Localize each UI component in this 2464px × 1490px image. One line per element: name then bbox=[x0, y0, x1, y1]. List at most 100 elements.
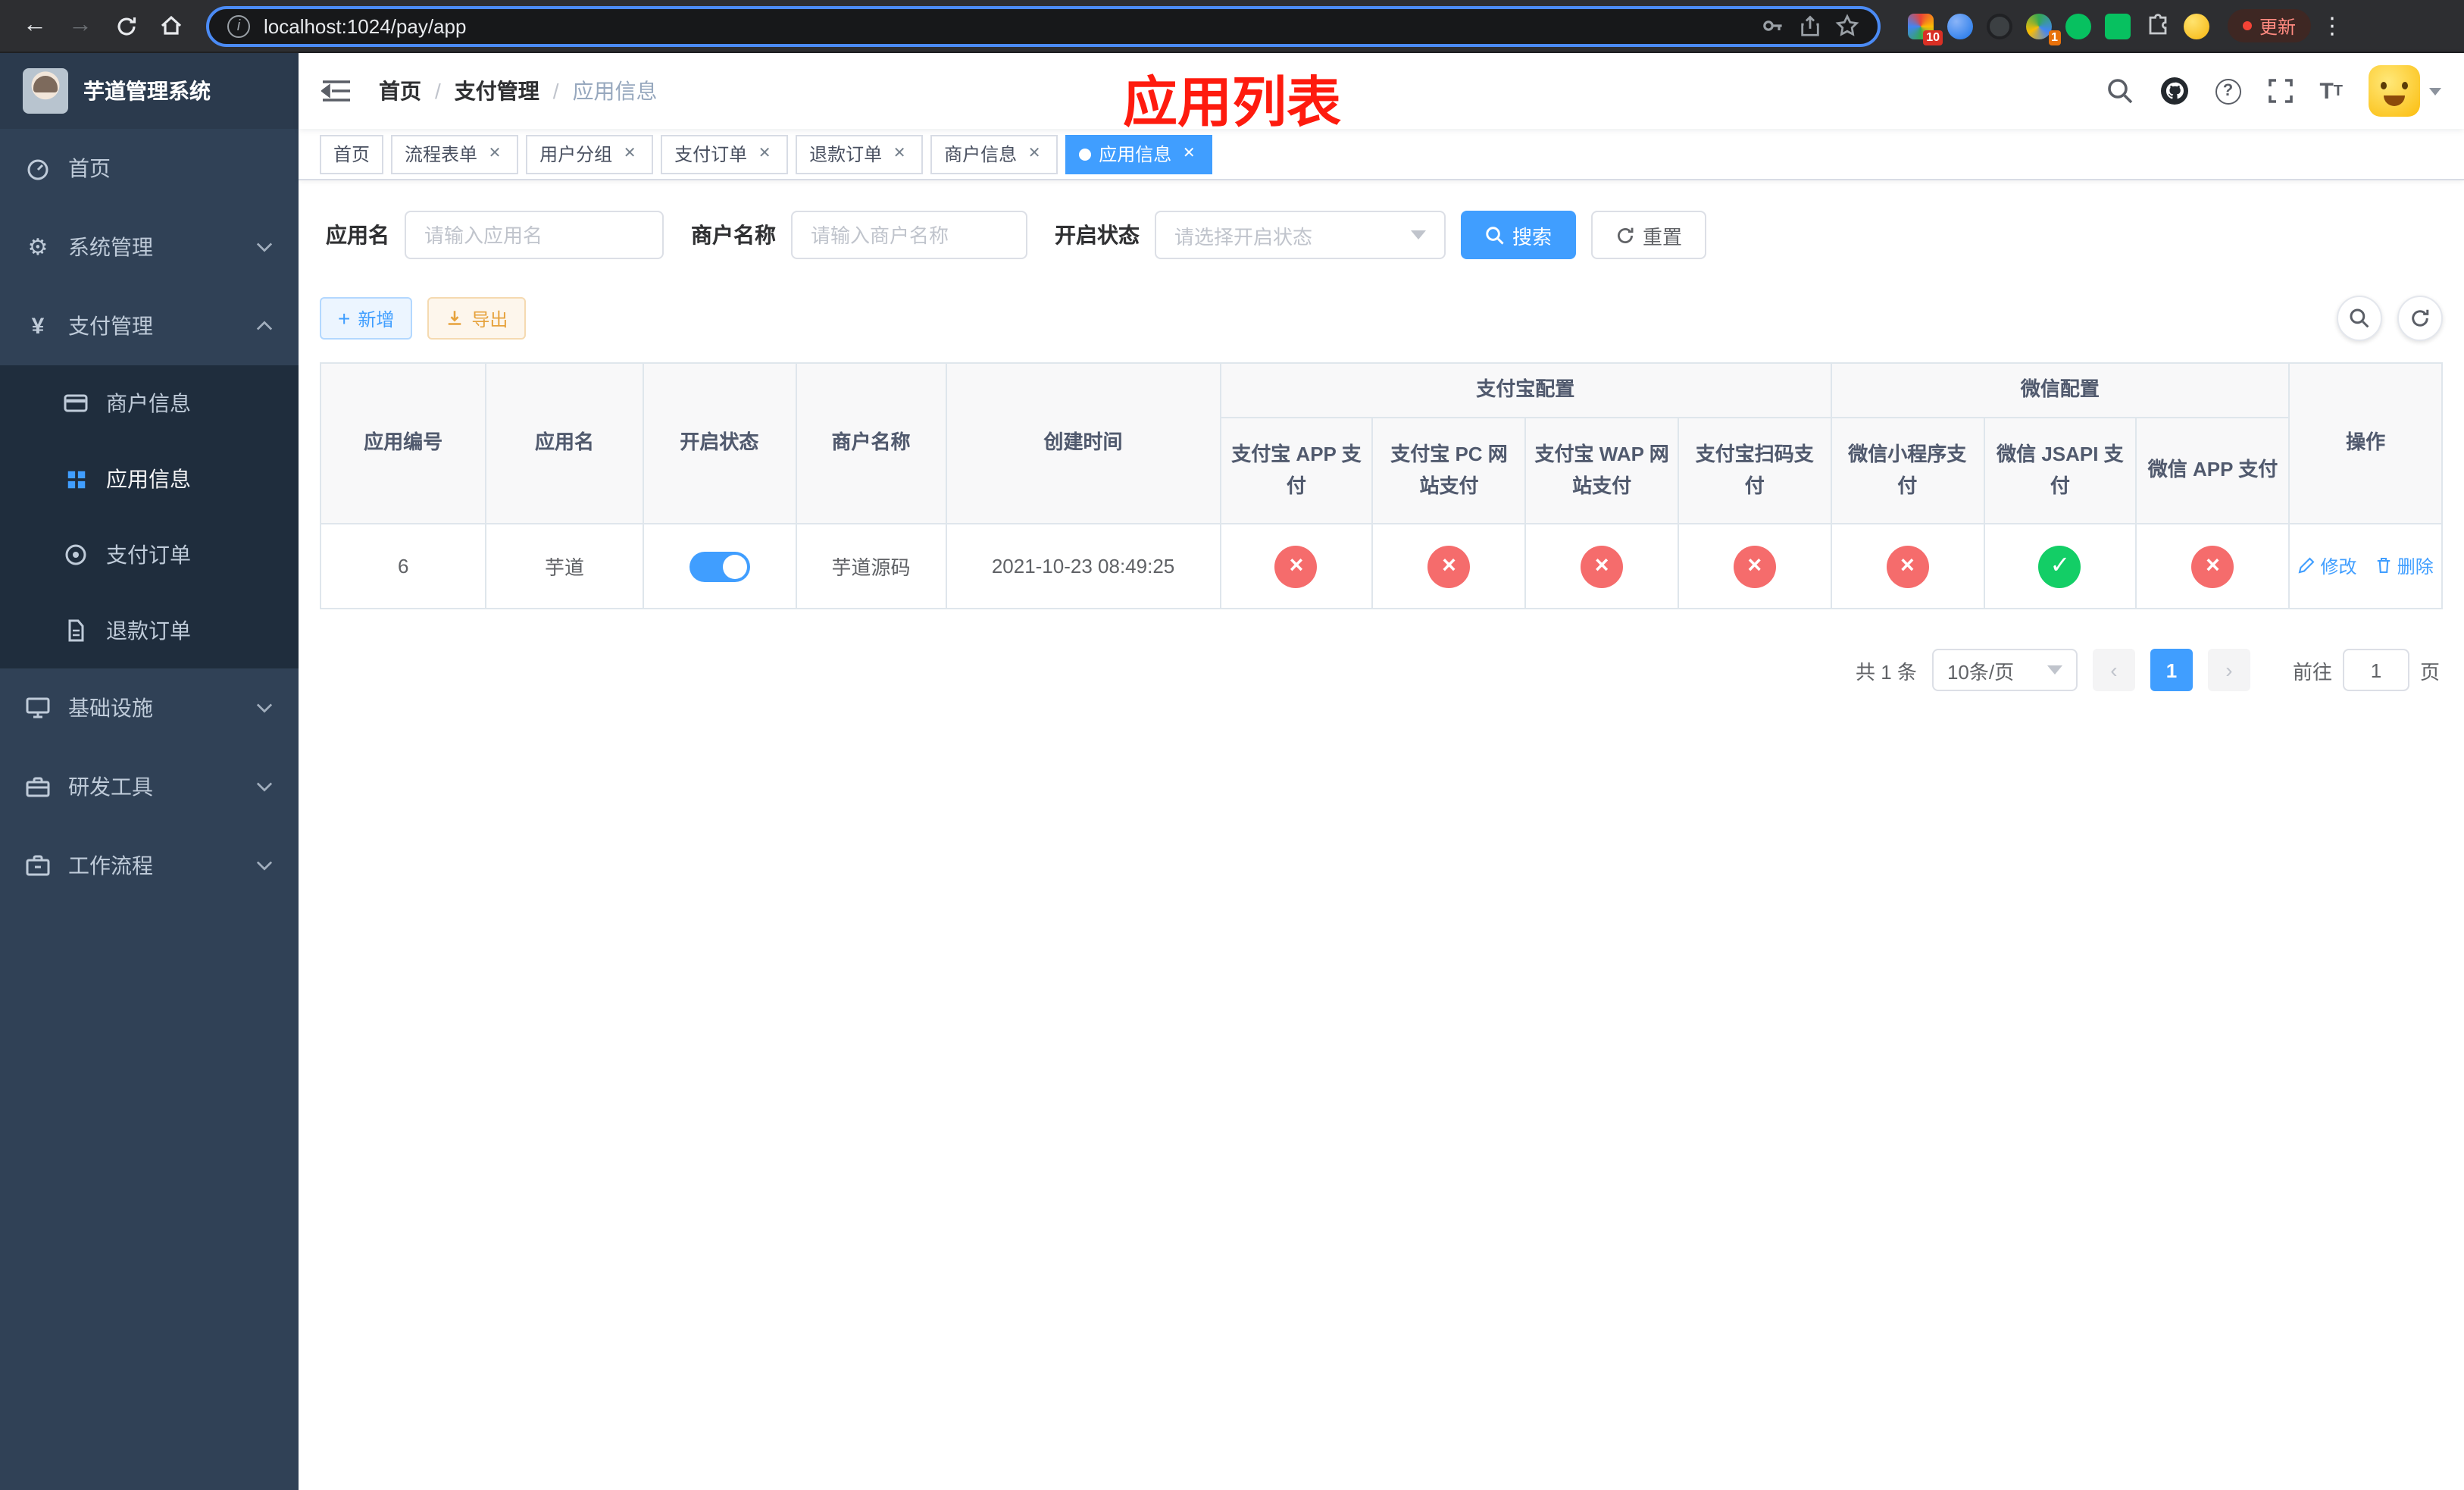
add-button[interactable]: + 新增 bbox=[320, 297, 413, 340]
extension-icon[interactable] bbox=[1987, 13, 2012, 39]
breadcrumb-payment[interactable]: 支付管理 bbox=[455, 76, 539, 106]
export-button-label: 导出 bbox=[471, 308, 508, 330]
chevron-down-icon bbox=[256, 702, 273, 714]
tab-merchant-info[interactable]: 商户信息 ✕ bbox=[930, 134, 1058, 174]
tab-close-icon[interactable]: ✕ bbox=[755, 144, 774, 164]
browser-update-button[interactable]: 更新 bbox=[2228, 9, 2312, 42]
prev-page-button[interactable]: ‹ bbox=[2092, 649, 2135, 691]
extension-icon[interactable] bbox=[2105, 13, 2131, 39]
tab-pay-orders[interactable]: 支付订单 ✕ bbox=[661, 134, 789, 174]
sidebar-menu: 首页 ⚙ 系统管理 ¥ 支付管理 商户信息 应用信息 支付订单 退款订单 基础设… bbox=[0, 129, 299, 1490]
home-icon[interactable] bbox=[152, 6, 191, 45]
sidebar-item-merchant-info[interactable]: 商户信息 bbox=[0, 365, 299, 441]
sidebar-item-label: 系统管理 bbox=[68, 235, 153, 259]
search-icon[interactable] bbox=[2106, 77, 2133, 105]
tab-label: 应用信息 bbox=[1099, 144, 1172, 165]
chevron-down-icon bbox=[256, 859, 273, 872]
tab-home[interactable]: 首页 bbox=[320, 134, 384, 174]
share-icon[interactable] bbox=[1799, 14, 1821, 37]
active-tab-dot bbox=[1079, 148, 1092, 160]
goto-page-input[interactable] bbox=[2342, 649, 2409, 691]
extension-icon[interactable]: 1 bbox=[2026, 13, 2061, 45]
sidebar-item-label: 退款订单 bbox=[106, 618, 191, 643]
sidebar-item-label: 工作流程 bbox=[68, 853, 153, 878]
site-info-icon[interactable]: i bbox=[227, 14, 250, 37]
col-alipay-app: 支付宝 APP 支付 bbox=[1219, 417, 1374, 524]
tab-user-group[interactable]: 用户分组 ✕ bbox=[526, 134, 654, 174]
url-text[interactable]: localhost:1024/pay/app bbox=[264, 14, 1747, 37]
extension-icon[interactable] bbox=[2065, 13, 2091, 39]
sidebar-item-pay-orders[interactable]: 支付订单 bbox=[0, 517, 299, 593]
sidebar-item-system[interactable]: ⚙ 系统管理 bbox=[0, 208, 299, 286]
merchant-name-input[interactable] bbox=[811, 224, 1008, 246]
sidebar-item-infrastructure[interactable]: 基础设施 bbox=[0, 668, 299, 747]
sidebar-item-payment[interactable]: ¥ 支付管理 bbox=[0, 286, 299, 365]
merchant-name-label: 商户名称 bbox=[691, 223, 776, 247]
fullscreen-icon[interactable] bbox=[2266, 77, 2294, 105]
tab-close-icon[interactable]: ✕ bbox=[620, 144, 639, 164]
cell-alipay-app: × bbox=[1219, 523, 1374, 609]
sidebar-item-label: 基础设施 bbox=[68, 696, 153, 720]
tab-close-icon[interactable]: ✕ bbox=[485, 144, 505, 164]
user-avatar[interactable] bbox=[2369, 65, 2441, 117]
export-button[interactable]: 导出 bbox=[427, 297, 527, 340]
tab-process-form[interactable]: 流程表单 ✕ bbox=[391, 134, 519, 174]
page-content: 应用名 商户名称 开启状态 请选择开启状态 搜索 bbox=[299, 180, 2464, 1490]
app-name-input-wrap bbox=[405, 211, 664, 259]
page-size-value: 10条/页 bbox=[1946, 660, 2015, 683]
reload-icon[interactable] bbox=[106, 6, 145, 45]
edit-label: 修改 bbox=[2320, 556, 2357, 578]
search-button[interactable]: 搜索 bbox=[1461, 211, 1577, 259]
sidebar-item-home[interactable]: 首页 bbox=[0, 129, 299, 208]
tab-app-info[interactable]: 应用信息 ✕ bbox=[1065, 134, 1213, 174]
sidebar-item-app-info[interactable]: 应用信息 bbox=[0, 441, 299, 517]
font-size-icon[interactable]: TT bbox=[2319, 78, 2343, 104]
sidebar-item-dev-tools[interactable]: 研发工具 bbox=[0, 747, 299, 826]
edit-button[interactable]: 修改 bbox=[2297, 553, 2357, 579]
refresh-table-button[interactable] bbox=[2397, 296, 2443, 341]
top-navbar: 首页 / 支付管理 / 应用信息 ? T T bbox=[299, 53, 2464, 129]
col-group-alipay: 支付宝配置 bbox=[1219, 362, 1832, 418]
tab-refund-orders[interactable]: 退款订单 ✕ bbox=[796, 134, 924, 174]
page-number-button[interactable]: 1 bbox=[2150, 649, 2193, 691]
status-toggle[interactable] bbox=[689, 551, 750, 581]
cell-status bbox=[642, 523, 797, 609]
tab-close-icon[interactable]: ✕ bbox=[890, 144, 909, 164]
sidebar-item-workflow[interactable]: 工作流程 bbox=[0, 826, 299, 905]
app-name-input[interactable] bbox=[424, 224, 644, 246]
extension-emoji-icon[interactable] bbox=[2184, 13, 2209, 39]
hamburger-icon[interactable] bbox=[321, 74, 355, 108]
sidebar-logo[interactable]: 芋道管理系统 bbox=[0, 53, 299, 129]
tab-label: 流程表单 bbox=[405, 144, 478, 165]
cell-app-name: 芋道 bbox=[485, 523, 644, 609]
config-status-icon: × bbox=[1733, 545, 1776, 587]
extensions-puzzle-icon[interactable] bbox=[2144, 13, 2170, 39]
page-size-select[interactable]: 10条/页 bbox=[1931, 649, 2078, 691]
address-bar[interactable]: i localhost:1024/pay/app bbox=[206, 5, 1881, 46]
chevron-up-icon bbox=[256, 320, 273, 332]
extension-icon[interactable] bbox=[1947, 13, 1973, 39]
browser-menu-icon[interactable]: ⋮ bbox=[2317, 12, 2347, 39]
tab-close-icon[interactable]: ✕ bbox=[1024, 144, 1044, 164]
bookmark-star-icon[interactable] bbox=[1835, 14, 1859, 38]
password-key-icon[interactable] bbox=[1761, 14, 1785, 38]
status-select[interactable]: 请选择开启状态 bbox=[1155, 211, 1446, 259]
help-icon[interactable]: ? bbox=[2215, 78, 2241, 104]
sidebar-item-refund-orders[interactable]: 退款订单 bbox=[0, 593, 299, 668]
cell-merchant: 芋道源码 bbox=[795, 523, 947, 609]
toggle-search-button[interactable] bbox=[2337, 296, 2382, 341]
breadcrumb-home[interactable]: 首页 bbox=[379, 76, 421, 106]
status-label: 开启状态 bbox=[1055, 223, 1140, 247]
next-page-button[interactable]: › bbox=[2207, 649, 2250, 691]
breadcrumb-separator: / bbox=[435, 79, 441, 103]
extension-icon[interactable]: 10 bbox=[1908, 13, 1943, 45]
forward-icon[interactable]: → bbox=[61, 6, 100, 45]
reset-button[interactable]: 重置 bbox=[1591, 211, 1707, 259]
github-icon[interactable] bbox=[2159, 76, 2189, 106]
sidebar-item-label: 商户信息 bbox=[106, 391, 191, 415]
pagination: 共 1 条 10条/页 ‹ 1 › 前往 页 bbox=[320, 649, 2443, 691]
tab-close-icon[interactable]: ✕ bbox=[1179, 144, 1199, 164]
grid-icon bbox=[64, 467, 88, 491]
delete-button[interactable]: 删除 bbox=[2375, 553, 2434, 579]
back-icon[interactable]: ← bbox=[15, 6, 55, 45]
